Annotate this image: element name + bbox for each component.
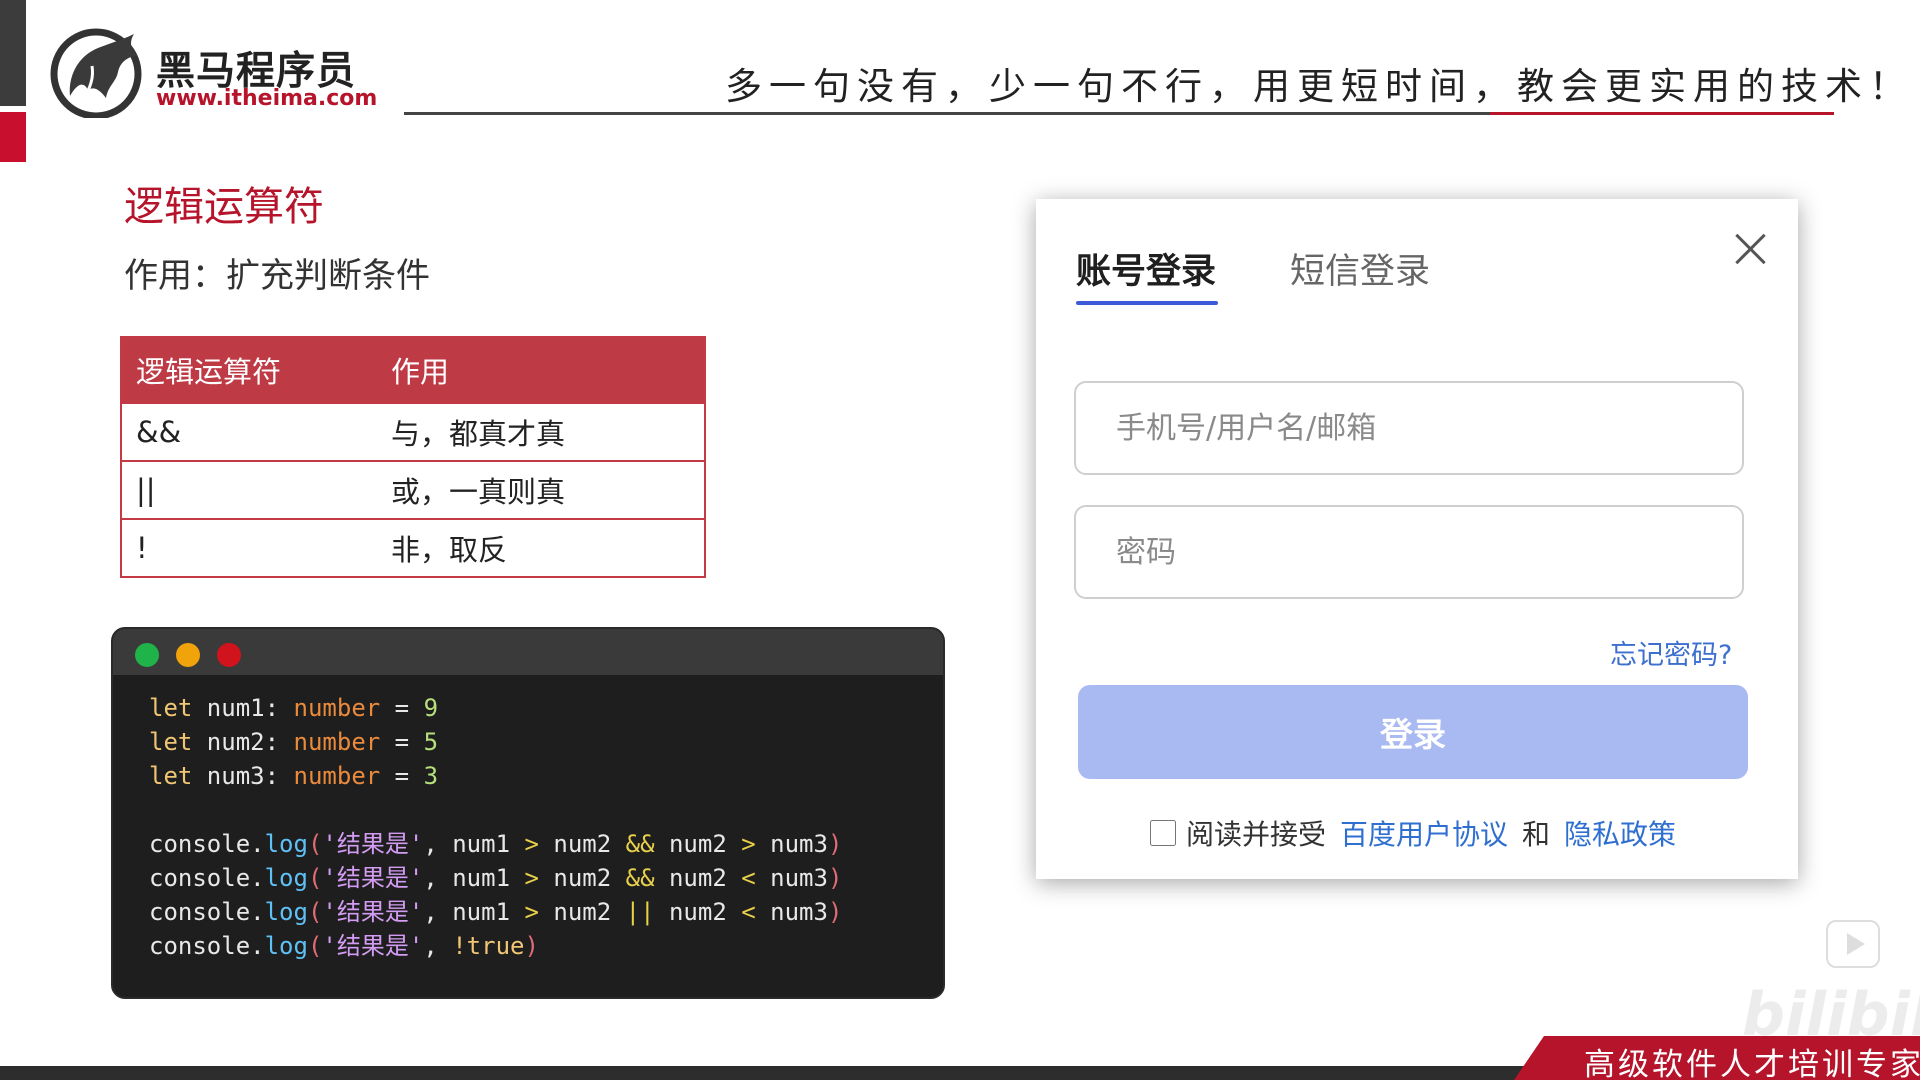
header-divider-accent [1490, 112, 1834, 115]
table-row: && 与，都真才真 [121, 402, 705, 461]
agreement-row: 阅读并接受 百度用户协议 和 隐私政策 [1150, 813, 1676, 853]
horse-logo-icon [50, 28, 142, 118]
code-line: let num2: number = 5 [149, 728, 439, 756]
edge-accent-dark [0, 0, 26, 106]
table-cell-meaning: 或，一真则真 [377, 460, 705, 519]
table-cell-operator: || [121, 460, 377, 519]
login-dialog: 账号登录 短信登录 忘记密码? 登录 阅读并接受 百度用户协议 和 隐私政策 [1036, 199, 1798, 879]
footer-banner: 高级软件人才培训专家 [1514, 1036, 1920, 1080]
table-header-row: 逻辑运算符 作用 [121, 337, 705, 403]
window-maximize-dot [135, 643, 159, 667]
agree-prefix-text: 阅读并接受 [1186, 818, 1327, 851]
code-window-titlebar [113, 629, 943, 675]
code-line: console.log('结果是', num1 > num2 || num2 <… [149, 898, 843, 926]
window-close-dot [217, 643, 241, 667]
code-line: console.log('结果是', num1 > num2 && num2 <… [149, 864, 843, 892]
table-cell-meaning: 与，都真才真 [377, 402, 705, 461]
username-input[interactable] [1074, 381, 1744, 475]
slogan: 多一句没有，少一句不行，用更短时间，教会更实用的技术！ [725, 65, 1913, 108]
table-header-meaning: 作用 [377, 337, 705, 403]
code-block: let num1: number = 9 let num2: number = 5… [113, 675, 943, 963]
section-description: 作用：扩充判断条件 [124, 256, 430, 296]
and-text: 和 [1522, 818, 1551, 851]
code-line: let num1: number = 9 [149, 694, 439, 722]
close-icon[interactable] [1730, 229, 1770, 269]
brand-url: www.itheima.com [156, 86, 378, 111]
forgot-password-link[interactable]: 忘记密码? [1610, 633, 1732, 672]
agree-checkbox[interactable] [1150, 820, 1176, 846]
footer-banner-text: 高级软件人才培训专家 [1584, 1047, 1920, 1080]
section-title: 逻辑运算符 [124, 184, 324, 230]
privacy-policy-link[interactable]: 隐私政策 [1564, 813, 1676, 853]
active-tab-indicator [1076, 301, 1218, 305]
login-button[interactable]: 登录 [1078, 685, 1748, 779]
code-line: console.log('结果是', !true) [149, 932, 539, 960]
window-minimize-dot [176, 643, 200, 667]
table-cell-meaning: 非，取反 [377, 518, 705, 577]
table-row: || 或，一真则真 [121, 460, 705, 519]
table-row: ! 非，取反 [121, 518, 705, 577]
operator-table: 逻辑运算符 作用 && 与，都真才真 || 或，一真则真 ! 非，取反 [120, 336, 706, 578]
table-header-operator: 逻辑运算符 [121, 337, 377, 403]
tab-account-login[interactable]: 账号登录 [1076, 243, 1216, 294]
code-window: let num1: number = 9 let num2: number = 5… [111, 627, 945, 999]
user-agreement-link[interactable]: 百度用户协议 [1340, 813, 1508, 853]
play-icon[interactable] [1826, 920, 1880, 968]
tab-sms-login[interactable]: 短信登录 [1290, 243, 1430, 294]
code-line: console.log('结果是', num1 > num2 && num2 >… [149, 830, 843, 858]
password-input[interactable] [1074, 505, 1744, 599]
table-cell-operator: && [121, 402, 377, 461]
edge-accent-red [0, 112, 26, 162]
code-line: let num3: number = 3 [149, 762, 439, 790]
table-cell-operator: ! [121, 518, 377, 577]
